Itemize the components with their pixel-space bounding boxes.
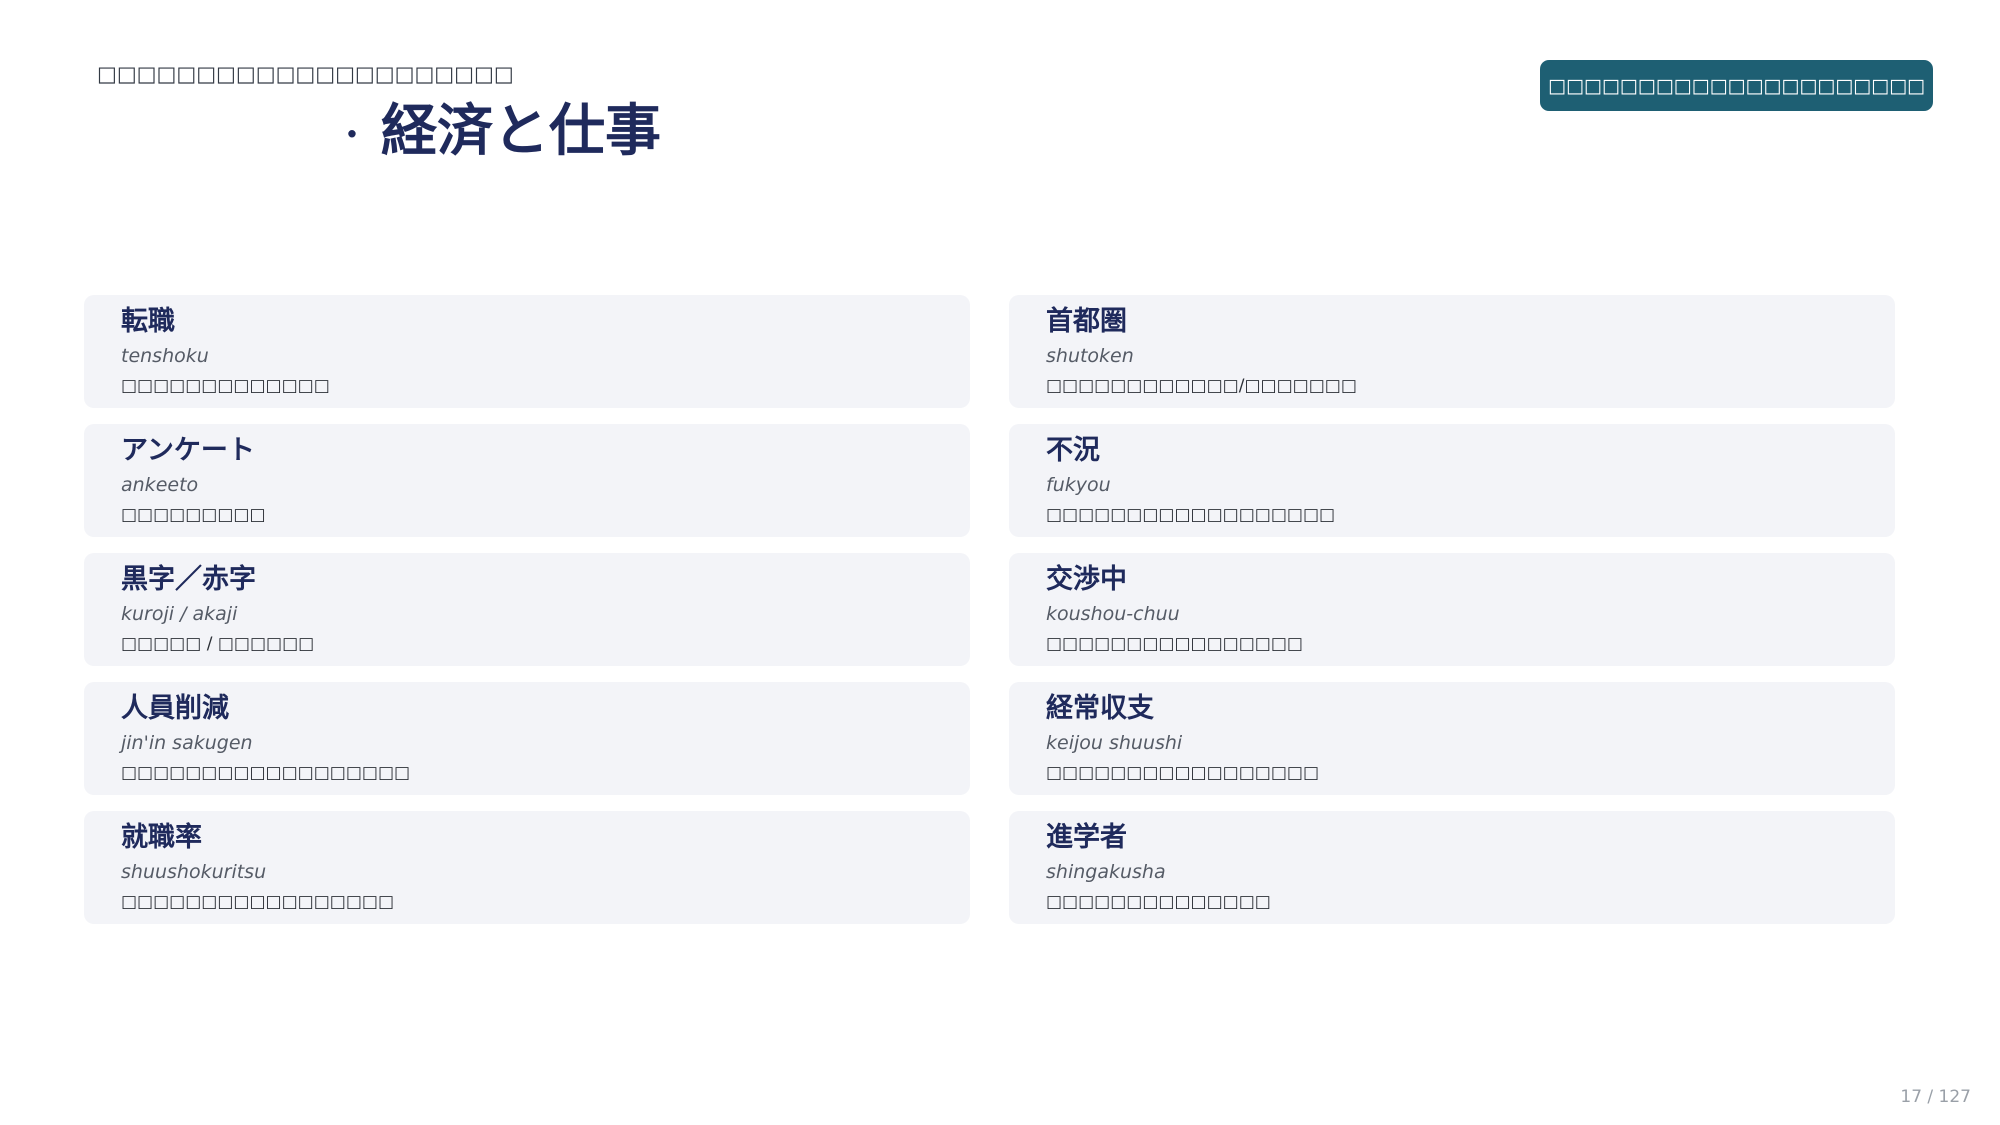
- slide-title-text: 経済と仕事: [380, 98, 661, 164]
- vocab-term: 就職率: [121, 822, 202, 853]
- vocab-term: 経常収支: [1046, 693, 1154, 724]
- vocab-meaning: □□□□□□□□□□□□□□□□□: [121, 891, 395, 912]
- vocab-reading: keijou shuushi: [1046, 731, 1183, 754]
- slide-title: · 経済と仕事: [345, 98, 661, 165]
- vocab-term: 交渉中: [1046, 564, 1127, 595]
- vocab-term: 黒字／赤字: [121, 564, 256, 595]
- vocab-meaning: □□□□□□□□□: [121, 504, 266, 525]
- vocab-card: アンケート ankeeto □□□□□□□□□: [84, 424, 970, 537]
- header-tag-button[interactable]: □□□□□□□□□□□□□□□□□□□□□: [1540, 60, 1933, 111]
- vocab-term: 人員削減: [121, 693, 229, 724]
- vocab-meaning: □□□□□ / □□□□□□: [121, 633, 315, 654]
- vocab-card: 転職 tenshoku □□□□□□□□□□□□□: [84, 295, 970, 408]
- vocab-card: 就職率 shuushokuritsu □□□□□□□□□□□□□□□□□: [84, 811, 970, 924]
- vocab-card: 人員削減 jin'in sakugen □□□□□□□□□□□□□□□□□□: [84, 682, 970, 795]
- vocab-card: 進学者 shingakusha □□□□□□□□□□□□□□: [1009, 811, 1895, 924]
- vocab-meaning: □□□□□□□□□□□□□: [121, 375, 330, 396]
- slide-subtitle: □□□□□□□□□□□□□□□□□□□□□: [97, 62, 514, 86]
- vocab-meaning: □□□□□□□□□□□□□□□□□□: [1046, 504, 1336, 525]
- vocab-card: 不況 fukyou □□□□□□□□□□□□□□□□□□: [1009, 424, 1895, 537]
- vocab-term: 転職: [121, 306, 175, 337]
- vocab-term: 首都圏: [1046, 306, 1127, 337]
- vocab-reading: shutoken: [1046, 344, 1134, 367]
- vocab-meaning: □□□□□□□□□□□□□□□□□□: [121, 762, 411, 783]
- vocab-term: アンケート: [121, 435, 255, 466]
- vocab-meaning: □□□□□□□□□□□□□□□□□: [1046, 762, 1320, 783]
- vocab-meaning: □□□□□□□□□□□□□□: [1046, 891, 1271, 912]
- vocab-reading: fukyou: [1046, 473, 1111, 496]
- vocab-reading: tenshoku: [121, 344, 209, 367]
- title-bullet: ·: [345, 111, 359, 159]
- vocab-reading: jin'in sakugen: [121, 731, 253, 754]
- vocab-card: 経常収支 keijou shuushi □□□□□□□□□□□□□□□□□: [1009, 682, 1895, 795]
- vocab-reading: shuushokuritsu: [121, 860, 267, 883]
- vocab-card: 黒字／赤字 kuroji / akaji □□□□□ / □□□□□□: [84, 553, 970, 666]
- vocab-grid: 転職 tenshoku □□□□□□□□□□□□□ 首都圏 shutoken □…: [84, 295, 1895, 924]
- vocab-reading: kuroji / akaji: [121, 602, 238, 625]
- vocab-meaning: □□□□□□□□□□□□□□□□: [1046, 633, 1303, 654]
- page-number: 17 / 127: [1900, 1087, 1971, 1107]
- vocab-card: 首都圏 shutoken □□□□□□□□□□□□/□□□□□□□: [1009, 295, 1895, 408]
- vocab-reading: shingakusha: [1046, 860, 1166, 883]
- vocab-meaning: □□□□□□□□□□□□/□□□□□□□: [1046, 375, 1357, 396]
- vocab-reading: koushou-chuu: [1046, 602, 1180, 625]
- vocab-reading: ankeeto: [121, 473, 199, 496]
- vocab-term: 不況: [1046, 435, 1100, 466]
- vocab-term: 進学者: [1046, 822, 1127, 853]
- vocab-card: 交渉中 koushou-chuu □□□□□□□□□□□□□□□□: [1009, 553, 1895, 666]
